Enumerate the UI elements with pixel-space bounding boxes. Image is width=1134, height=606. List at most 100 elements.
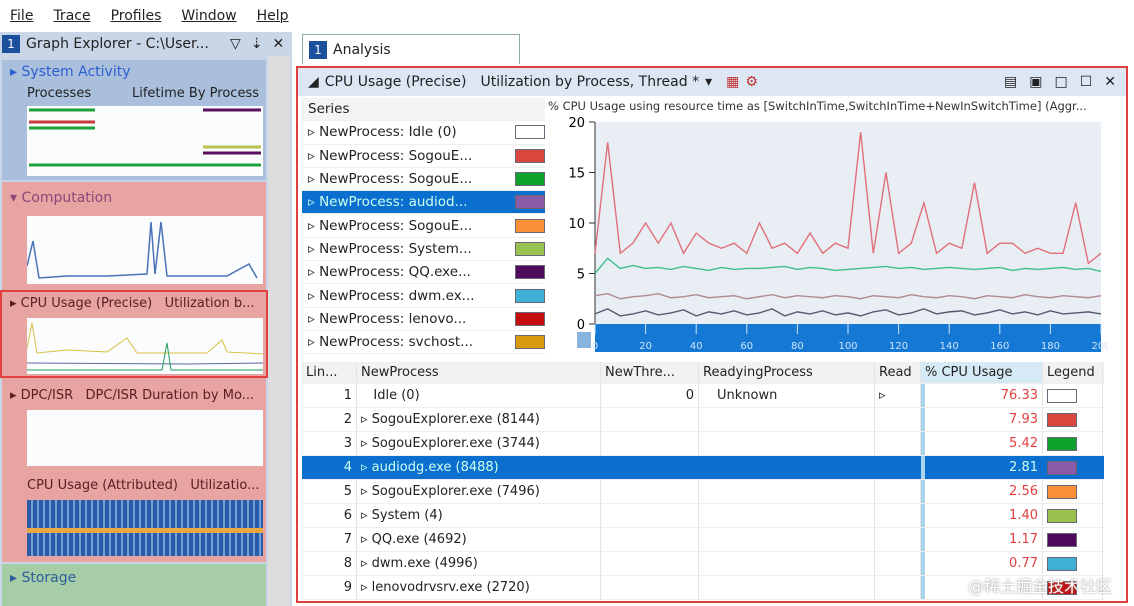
process-cell: ▹ SogouExplorer.exe (7496) xyxy=(357,480,601,503)
series-item[interactable]: ▹ NewProcess: svchost... xyxy=(302,331,545,355)
read-cell xyxy=(875,576,921,599)
column-header[interactable]: NewThre... xyxy=(601,362,699,383)
thread-cell xyxy=(601,432,699,455)
series-item[interactable]: ▹ NewProcess: SogouE... xyxy=(302,145,545,168)
expand-icon[interactable]: ▹ xyxy=(308,194,319,210)
series-label: NewProcess: SogouE... xyxy=(319,171,473,188)
column-header[interactable]: Read xyxy=(875,362,921,383)
close-icon[interactable]: ✕ xyxy=(273,36,285,52)
y-tick-label: 5 xyxy=(577,268,585,283)
expand-icon[interactable]: ▹ xyxy=(308,218,319,234)
table-row[interactable]: 7 ▹ QQ.exe (4692) 1.17 xyxy=(302,528,1104,552)
series-item[interactable]: ▹ NewProcess: Idle (0) xyxy=(302,121,545,145)
maximize-icon[interactable]: ☐ xyxy=(1080,74,1093,90)
expand-icon[interactable]: ▹ xyxy=(308,241,319,257)
table-row[interactable]: 6 ▹ System (4) 1.40 xyxy=(302,504,1104,528)
readying-cell: Unknown xyxy=(699,384,875,407)
process-cell: ▹ dwm.exe (4996) xyxy=(357,552,601,575)
pin-icon[interactable]: ⇣ xyxy=(251,36,263,52)
preset-selector[interactable]: Utilization by Process, Thread * xyxy=(480,74,699,90)
table-row[interactable]: 1 Idle (0) 0 Unknown ▹ 76.33 xyxy=(302,384,1104,408)
column-header[interactable]: Legend xyxy=(1043,362,1103,383)
expand-icon[interactable]: ▹ xyxy=(308,148,319,164)
series-item[interactable]: ▹ NewProcess: dwm.ex... xyxy=(302,284,545,308)
table-row[interactable]: 4 ▹ audiodg.exe (8488) 2.81 xyxy=(302,456,1104,480)
expand-icon[interactable]: ▹ xyxy=(308,264,319,280)
menu-profiles[interactable]: Profiles xyxy=(111,8,162,24)
series-item[interactable]: ▹ NewProcess: audiod... xyxy=(302,191,545,215)
line-number: 2 xyxy=(302,408,357,431)
series-list: Series ▹ NewProcess: Idle (0) ▹ NewProces… xyxy=(302,98,545,355)
graph-title-bar: ◢ CPU Usage (Precise) Utilization by Pro… xyxy=(298,68,1126,96)
series-item[interactable]: ▹ NewProcess: SogouE... xyxy=(302,214,545,238)
watermark: @稀土掘金技术社区 xyxy=(967,577,1112,596)
section-system-activity[interactable]: ▸ System Activity Processes Lifetime By … xyxy=(2,60,266,180)
process-cell: ▹ SogouExplorer.exe (3744) xyxy=(357,432,601,455)
view-editor-icon[interactable]: ⚙ xyxy=(745,74,758,90)
graph-settings-icon[interactable]: ▦ xyxy=(726,74,739,90)
menu-help[interactable]: Help xyxy=(257,8,289,24)
column-header[interactable]: NewProcess xyxy=(357,362,601,383)
series-label: NewProcess: lenovo... xyxy=(319,310,467,327)
process-cell: ▹ QQ.exe (4692) xyxy=(357,528,601,551)
graph-label: Processes xyxy=(27,86,92,101)
cpu-usage-cell: 1.40 xyxy=(921,504,1043,527)
cpu-precise-thumbnail xyxy=(26,318,264,374)
thread-cell xyxy=(601,576,699,599)
table-row[interactable]: 3 ▹ SogouExplorer.exe (3744) 5.42 xyxy=(302,432,1104,456)
readying-cell xyxy=(699,456,875,479)
read-cell xyxy=(875,480,921,503)
read-cell xyxy=(875,408,921,431)
graph-name[interactable]: CPU Usage (Precise) xyxy=(325,74,467,90)
expand-icon[interactable]: ▹ xyxy=(308,311,319,327)
legend-cell xyxy=(1043,504,1103,527)
section-title[interactable]: ▸ DPC/ISR DPC/ISR Duration by Mo... xyxy=(10,388,254,403)
thread-cell xyxy=(601,528,699,551)
column-header[interactable]: % CPU Usage xyxy=(921,362,1043,383)
legend-swatch xyxy=(1047,412,1077,427)
computation-thumbnail[interactable] xyxy=(26,216,263,284)
process-cell: ▹ lenovodrvsrv.exe (2720) xyxy=(357,576,601,599)
section-storage[interactable]: ▸ Storage xyxy=(2,564,266,606)
legend-swatch xyxy=(1047,532,1077,547)
close-icon[interactable]: ✕ xyxy=(1104,74,1116,90)
graph-only-icon[interactable]: ▤ xyxy=(1004,74,1017,90)
menu-trace[interactable]: Trace xyxy=(53,8,90,24)
series-label: NewProcess: SogouE... xyxy=(319,217,473,234)
tab-analysis[interactable]: 1 Analysis xyxy=(302,34,520,64)
expand-icon[interactable]: ▹ xyxy=(308,171,319,187)
series-item[interactable]: ▹ NewProcess: QQ.exe... xyxy=(302,261,545,285)
collapse-icon[interactable]: ◢ xyxy=(308,74,319,90)
cpu-usage-chart[interactable]: % CPU Usage using resource time as [Swit… xyxy=(548,98,1108,358)
y-tick-label: 10 xyxy=(568,217,585,232)
dropdown-icon[interactable]: ▽ xyxy=(230,36,241,52)
graph-explorer-scrollbar[interactable] xyxy=(268,56,290,606)
legend-cell xyxy=(1043,432,1103,455)
column-header[interactable]: ReadyingProcess xyxy=(699,362,875,383)
x-tick-label: 80 xyxy=(791,341,804,352)
expand-icon[interactable]: ▹ xyxy=(308,334,319,350)
menu-file[interactable]: File xyxy=(10,8,33,24)
graph-table-icon[interactable]: ▣ xyxy=(1029,74,1042,90)
expand-icon[interactable]: ▹ xyxy=(308,124,319,140)
table-row[interactable]: 5 ▹ SogouExplorer.exe (7496) 2.56 xyxy=(302,480,1104,504)
cpu-attributed-thumbnail[interactable] xyxy=(27,500,263,556)
x-tick-label: 0 xyxy=(592,341,598,352)
cpu-precise-graph-item[interactable]: ▸ CPU Usage (Precise) Utilization b... xyxy=(0,290,268,378)
series-item[interactable]: ▹ NewProcess: lenovo... xyxy=(302,308,545,331)
section-title[interactable]: ▾ Computation xyxy=(10,190,112,206)
column-header[interactable]: Lin... xyxy=(302,362,357,383)
processes-thumbnail[interactable] xyxy=(27,106,263,176)
process-cell: ▹ SogouExplorer.exe (8144) xyxy=(357,408,601,431)
dpc-thumbnail[interactable] xyxy=(27,410,263,466)
expand-icon[interactable]: ▹ xyxy=(308,288,319,304)
table-only-icon[interactable]: □ xyxy=(1054,74,1067,90)
series-label: NewProcess: System... xyxy=(319,240,472,257)
process-cell: ▹ System (4) xyxy=(357,504,601,527)
table-row[interactable]: 2 ▹ SogouExplorer.exe (8144) 7.93 xyxy=(302,408,1104,432)
legend-cell xyxy=(1043,456,1103,479)
series-item[interactable]: ▹ NewProcess: System... xyxy=(302,238,545,262)
menu-window[interactable]: Window xyxy=(181,8,236,24)
series-item[interactable]: ▹ NewProcess: SogouE... xyxy=(302,168,545,192)
expand-axis-button[interactable] xyxy=(577,332,591,348)
